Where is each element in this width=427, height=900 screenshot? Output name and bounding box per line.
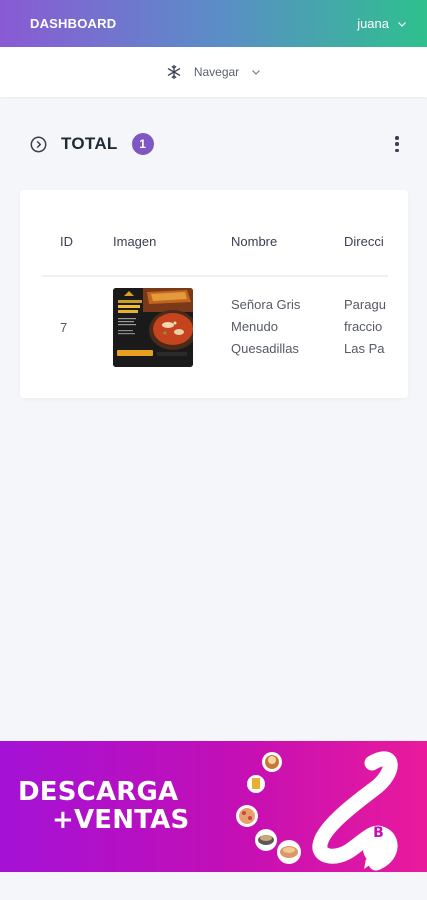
brand-logo-letter: B xyxy=(373,825,384,841)
cell-id: 7 xyxy=(60,320,68,335)
food-image xyxy=(113,288,193,367)
column-header-direccion[interactable]: Direcci xyxy=(344,234,384,249)
navigate-label: Navegar xyxy=(193,65,240,79)
brand-title[interactable]: DASHBOARD xyxy=(30,16,116,31)
data-table[interactable]: ID Imagen Nombre Direcci 7 Señora Gris M… xyxy=(42,190,388,398)
nombre-line: Menudo xyxy=(231,319,278,334)
cell-nombre: Señora Gris Menudo Quesadillas xyxy=(231,294,300,360)
header-divider xyxy=(42,275,388,277)
column-header-id[interactable]: ID xyxy=(60,234,73,249)
chevron-right-circle-icon[interactable] xyxy=(30,136,47,153)
total-title: TOTAL xyxy=(61,134,118,153)
table-card: ID Imagen Nombre Direcci 7 Señora Gris M… xyxy=(20,190,408,398)
navigation-bar: Navegar xyxy=(0,47,427,97)
direccion-line: fraccio xyxy=(344,319,383,334)
top-app-bar: DASHBOARD juana xyxy=(0,0,427,47)
promo-banner[interactable]: DESCARGA +VENTAS B xyxy=(0,741,427,872)
more-vertical-icon[interactable] xyxy=(394,136,400,152)
banner-line-1: DESCARGA xyxy=(18,777,179,807)
nombre-line: Señora Gris xyxy=(231,297,301,312)
total-header: TOTAL 1 xyxy=(30,130,400,158)
brand-logo xyxy=(312,751,398,871)
nombre-line: Quesadillas xyxy=(231,341,299,356)
navigate-dropdown[interactable]: Navegar xyxy=(166,64,261,80)
banner-line-2: +VENTAS xyxy=(52,805,190,835)
chevron-down-icon xyxy=(252,70,261,75)
user-menu[interactable]: juana xyxy=(357,16,407,31)
direccion-line: Paragu xyxy=(344,297,386,312)
column-header-nombre[interactable]: Nombre xyxy=(231,234,277,249)
banner-artwork xyxy=(236,751,398,871)
user-name: juana xyxy=(357,16,389,31)
snowflake-icon xyxy=(167,64,181,80)
food-circles-icon xyxy=(236,752,301,864)
direccion-line: Las Pa xyxy=(344,341,385,356)
chevron-down-icon xyxy=(398,21,406,27)
cell-direccion: Paragu fraccio Las Pa xyxy=(344,294,386,360)
product-thumbnail[interactable] xyxy=(113,288,193,367)
count-badge: 1 xyxy=(131,133,154,155)
column-header-imagen[interactable]: Imagen xyxy=(113,234,156,249)
